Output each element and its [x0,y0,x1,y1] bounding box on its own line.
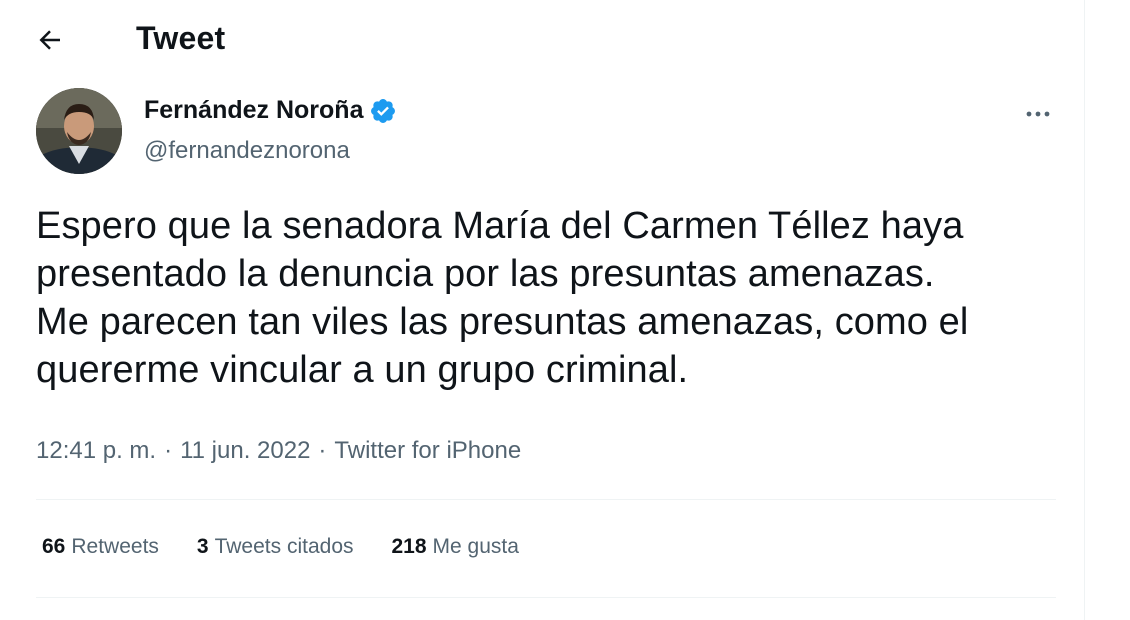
display-name[interactable]: Fernández Noroña [144,96,363,125]
tweet-column: Tweet Fernández Noroña @fernandeznorona … [0,0,1084,620]
retweets-label: Retweets [71,535,159,558]
verified-badge-icon [369,97,397,125]
likes-label: Me gusta [432,535,519,558]
meta-separator: · [318,437,327,464]
tweet-date[interactable]: 11 jun. 2022 [180,437,310,465]
avatar[interactable] [36,88,122,174]
tweet-time[interactable]: 12:41 p. m. [36,437,156,465]
more-options-button[interactable] [1016,94,1060,134]
page-title: Tweet [136,20,226,56]
likes-stat[interactable]: 218 Me gusta [392,535,519,559]
divider [36,499,1056,500]
likes-count: 218 [391,535,427,558]
tweet-header: Tweet [0,0,1084,80]
tweet-source-link[interactable]: Twitter for iPhone [334,437,521,465]
quote-tweets-label: Tweets citados [214,535,354,558]
name-row: Fernández Noroña [144,96,397,125]
quote-tweets-count: 3 [196,535,209,558]
quote-tweets-stat[interactable]: 3 Tweets citados [197,535,354,559]
divider [36,597,1056,598]
tweet-page: Tweet Fernández Noroña @fernandeznorona … [0,0,1130,620]
tweet-text: Espero que la senadora María del Carmen … [36,205,969,391]
tweet-metadata: 12:41 p. m. · 11 jun. 2022 · Twitter for… [36,437,521,465]
meta-separator: · [164,437,173,464]
retweets-count: 66 [42,535,66,558]
back-button[interactable] [28,18,72,62]
more-horizontal-icon [1026,111,1050,117]
avatar-photo [36,88,122,174]
arrow-left-icon [39,30,60,50]
tweet-stats: 66 Retweets 3 Tweets citados 218 Me gust… [42,535,557,559]
column-border [1084,0,1085,620]
user-handle[interactable]: @fernandeznorona [144,137,350,165]
tweet-author: Fernández Noroña @fernandeznorona [36,88,1066,178]
retweets-stat[interactable]: 66 Retweets [42,535,159,559]
